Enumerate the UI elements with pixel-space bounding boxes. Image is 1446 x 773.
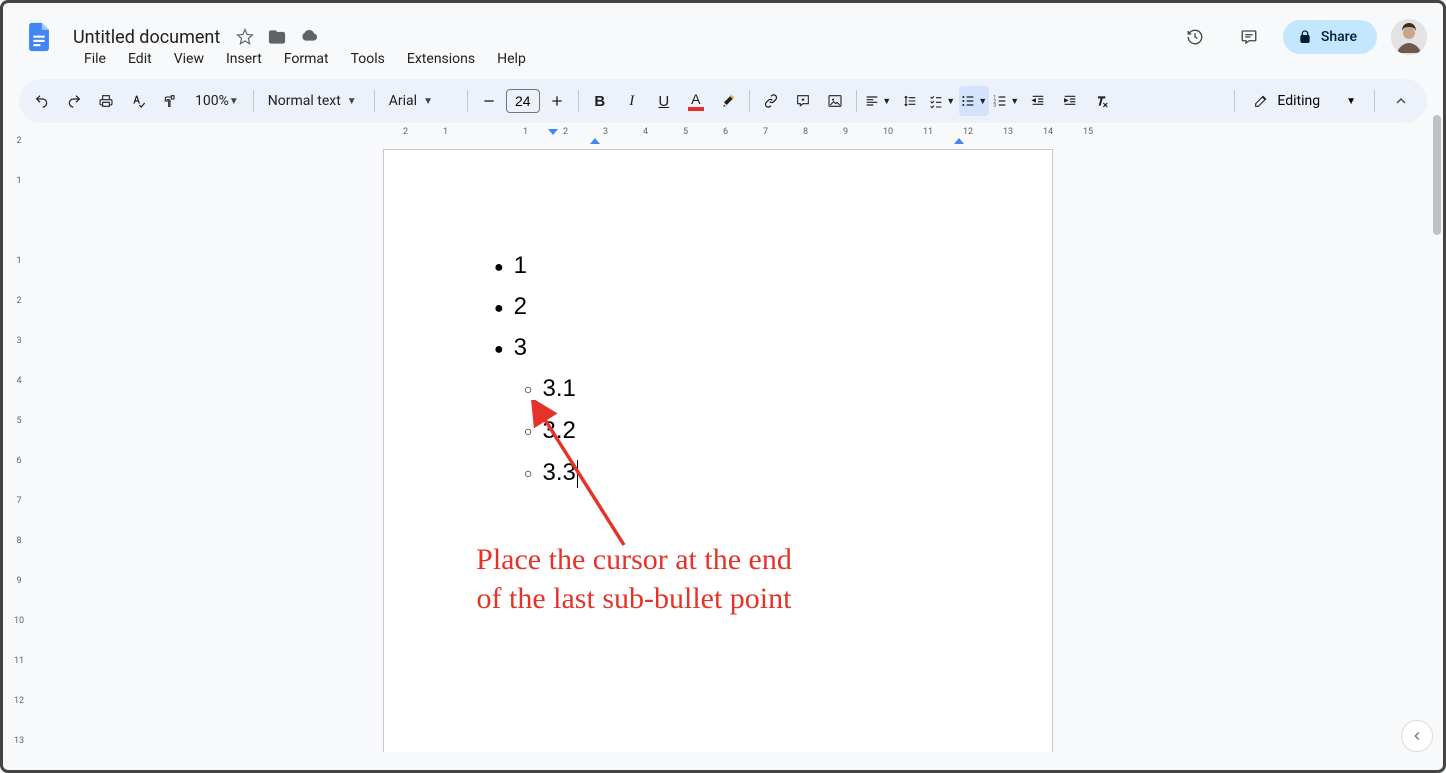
numbered-list-button[interactable]: 123 ▼ <box>991 86 1021 116</box>
star-icon[interactable] <box>236 28 254 46</box>
toolbar: 100% ▼ Normal text ▼ Arial ▼ B I U A <box>19 79 1427 123</box>
bullet-item[interactable]: 3 <box>494 328 956 369</box>
insert-comment-button[interactable] <box>788 86 818 116</box>
annotation-text: Place the cursor at the end of the last … <box>354 540 914 618</box>
text-color-button[interactable]: A <box>681 86 711 116</box>
paragraph-style-select[interactable]: Normal text ▼ <box>260 86 368 116</box>
bullet-item[interactable]: 2 <box>494 287 956 328</box>
font-value: Arial <box>389 93 417 109</box>
increase-indent-button[interactable] <box>1055 86 1085 116</box>
bulleted-list-button[interactable]: ▼ <box>959 86 989 116</box>
history-icon[interactable] <box>1175 17 1215 57</box>
insert-image-button[interactable] <box>820 86 850 116</box>
sub-bullet-item[interactable]: 3.1 <box>524 368 956 410</box>
line-spacing-button[interactable] <box>895 86 925 116</box>
chevron-down-icon: ▼ <box>423 96 433 107</box>
vertical-ruler: 2 1 1 2 3 4 5 6 7 8 9 10 11 12 13 <box>3 127 35 752</box>
text-cursor <box>577 460 578 488</box>
chevron-down-icon: ▼ <box>347 96 357 107</box>
vertical-scrollbar[interactable] <box>1433 115 1441 235</box>
font-size-input[interactable] <box>506 89 540 113</box>
align-button[interactable]: ▼ <box>863 86 893 116</box>
comments-icon[interactable] <box>1229 17 1269 57</box>
document-title[interactable]: Untitled document <box>67 25 226 50</box>
horizontal-ruler: 2 1 1 2 3 4 5 6 7 8 9 10 11 12 13 14 15 <box>35 127 1443 145</box>
share-button-label: Share <box>1321 29 1357 45</box>
svg-text:3: 3 <box>994 102 997 108</box>
menu-help[interactable]: Help <box>488 47 535 71</box>
menu-tools[interactable]: Tools <box>342 47 394 71</box>
clear-formatting-button[interactable] <box>1087 86 1117 116</box>
cloud-status-icon[interactable] <box>300 28 318 46</box>
collapse-toolbar-button[interactable] <box>1383 83 1419 119</box>
print-button[interactable] <box>91 86 121 116</box>
editing-mode-select[interactable]: Editing ▼ <box>1243 86 1366 116</box>
paint-format-button[interactable] <box>155 86 185 116</box>
menu-extensions[interactable]: Extensions <box>398 47 484 71</box>
menu-view[interactable]: View <box>165 47 213 71</box>
redo-button[interactable] <box>59 86 89 116</box>
avatar[interactable] <box>1391 19 1427 55</box>
increase-font-size-button[interactable] <box>542 86 572 116</box>
checklist-button[interactable]: ▼ <box>927 86 957 116</box>
undo-button[interactable] <box>27 86 57 116</box>
sub-bullet-item[interactable]: 3.2 <box>524 410 956 452</box>
decrease-indent-button[interactable] <box>1023 86 1053 116</box>
menu-insert[interactable]: Insert <box>217 47 271 71</box>
zoom-select[interactable]: 100% ▼ <box>187 86 247 116</box>
document-page[interactable]: 1 2 3 3.1 3.2 3.3 Place the cu <box>383 149 1053 752</box>
decrease-font-size-button[interactable] <box>474 86 504 116</box>
editing-mode-label: Editing <box>1277 93 1320 109</box>
font-select[interactable]: Arial ▼ <box>381 86 461 116</box>
insert-link-button[interactable] <box>756 86 786 116</box>
paragraph-style-value: Normal text <box>268 93 341 109</box>
move-to-folder-icon[interactable] <box>268 28 286 46</box>
share-button[interactable]: Share <box>1283 20 1377 54</box>
sub-bullet-item[interactable]: 3.3 <box>524 452 956 494</box>
highlight-button[interactable] <box>713 86 743 116</box>
zoom-value: 100% <box>195 93 229 109</box>
bold-button[interactable]: B <box>585 86 615 116</box>
menu-edit[interactable]: Edit <box>119 47 161 71</box>
spellcheck-button[interactable] <box>123 86 153 116</box>
italic-button[interactable]: I <box>617 86 647 116</box>
docs-logo[interactable] <box>19 17 59 57</box>
bullet-item[interactable]: 1 <box>494 246 956 287</box>
chevron-down-icon: ▼ <box>229 96 239 107</box>
menu-format[interactable]: Format <box>275 47 338 71</box>
underline-button[interactable]: U <box>649 86 679 116</box>
explore-button[interactable] <box>1401 720 1433 752</box>
menu-file[interactable]: File <box>75 47 115 71</box>
